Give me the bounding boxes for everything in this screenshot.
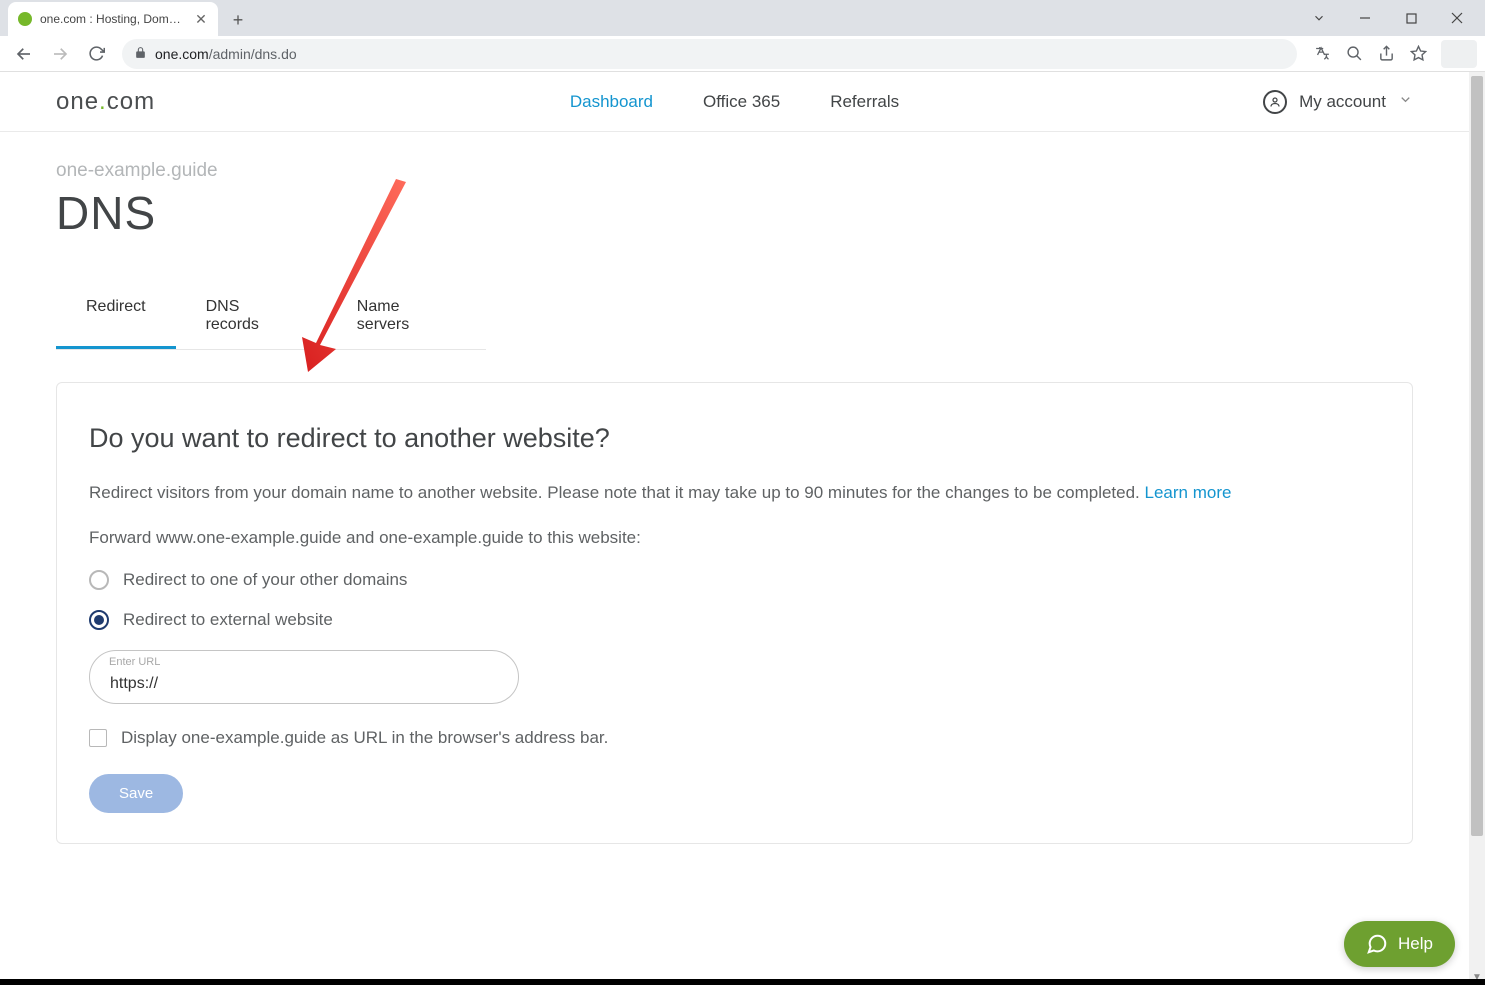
checkbox-icon[interactable] xyxy=(89,729,107,747)
page-viewport: one.com Dashboard Office 365 Referrals M… xyxy=(0,72,1485,985)
radio-label: Redirect to external website xyxy=(123,610,333,630)
dns-tabs: Redirect DNS records Name servers xyxy=(56,286,486,350)
minimize-button[interactable] xyxy=(1345,4,1385,32)
nav-dashboard[interactable]: Dashboard xyxy=(570,92,653,112)
tab-title: one.com : Hosting, Domain, Ema xyxy=(40,12,186,26)
account-menu[interactable]: My account xyxy=(1263,90,1413,114)
display-url-checkbox-row[interactable]: Display one-example.guide as URL in the … xyxy=(89,728,1380,748)
domain-name: one-example.guide xyxy=(56,160,1413,182)
zoom-icon[interactable] xyxy=(1339,39,1369,69)
url-label: Enter URL xyxy=(109,656,160,668)
browser-tab[interactable]: one.com : Hosting, Domain, Ema ✕ xyxy=(8,2,218,36)
close-window-button[interactable] xyxy=(1437,4,1477,32)
site-header: one.com Dashboard Office 365 Referrals M… xyxy=(0,72,1469,132)
url-field: Enter URL xyxy=(89,650,519,704)
back-button[interactable] xyxy=(8,38,40,70)
window-controls xyxy=(1299,0,1485,36)
reload-button[interactable] xyxy=(80,38,112,70)
favicon-icon xyxy=(18,12,32,26)
maximize-button[interactable] xyxy=(1391,4,1431,32)
logo[interactable]: one.com xyxy=(56,88,155,116)
vertical-scrollbar[interactable]: ▲ ▼ xyxy=(1469,72,1485,985)
account-label: My account xyxy=(1299,92,1386,112)
url-text: one.com/admin/dns.do xyxy=(155,46,1285,62)
radio-label: Redirect to one of your other domains xyxy=(123,570,407,590)
tab-dns-records[interactable]: DNS records xyxy=(176,286,327,349)
chevron-down-icon[interactable] xyxy=(1299,4,1339,32)
forward-text: Forward www.one-example.guide and one-ex… xyxy=(89,528,1380,548)
tab-bar: one.com : Hosting, Domain, Ema ✕ + xyxy=(0,0,1485,36)
tab-redirect[interactable]: Redirect xyxy=(56,286,176,349)
profile-placeholder[interactable] xyxy=(1441,40,1477,68)
close-icon[interactable]: ✕ xyxy=(194,12,208,26)
tab-name-servers[interactable]: Name servers xyxy=(327,286,486,349)
learn-more-link[interactable]: Learn more xyxy=(1145,483,1232,502)
nav-office365[interactable]: Office 365 xyxy=(703,92,780,112)
radio-icon[interactable] xyxy=(89,610,109,630)
radio-external[interactable]: Redirect to external website xyxy=(89,610,1380,630)
help-label: Help xyxy=(1398,934,1433,954)
panel-description: Redirect visitors from your domain name … xyxy=(89,480,1380,506)
radio-icon[interactable] xyxy=(89,570,109,590)
new-tab-button[interactable]: + xyxy=(224,6,252,34)
page-title: DNS xyxy=(56,186,1413,240)
share-icon[interactable] xyxy=(1371,39,1401,69)
radio-other-domains[interactable]: Redirect to one of your other domains xyxy=(89,570,1380,590)
chevron-down-icon xyxy=(1398,92,1413,112)
content-area: one-example.guide DNS Redirect DNS recor… xyxy=(0,132,1469,872)
lock-icon xyxy=(134,46,147,62)
bookmark-icon[interactable] xyxy=(1403,39,1433,69)
main-nav: Dashboard Office 365 Referrals xyxy=(570,92,899,112)
redirect-panel: Do you want to redirect to another websi… xyxy=(56,382,1413,844)
nav-referrals[interactable]: Referrals xyxy=(830,92,899,112)
browser-chrome: one.com : Hosting, Domain, Ema ✕ + one.c… xyxy=(0,0,1485,72)
save-button[interactable]: Save xyxy=(89,774,183,813)
url-input[interactable]: one.com/admin/dns.do xyxy=(122,39,1297,69)
help-button[interactable]: Help xyxy=(1344,921,1455,967)
scrollbar-thumb[interactable] xyxy=(1471,76,1483,836)
translate-icon[interactable] xyxy=(1307,39,1337,69)
address-bar: one.com/admin/dns.do xyxy=(0,36,1485,72)
forward-button[interactable] xyxy=(44,38,76,70)
user-icon xyxy=(1263,90,1287,114)
chat-icon xyxy=(1366,933,1388,955)
checkbox-label: Display one-example.guide as URL in the … xyxy=(121,728,608,748)
panel-title: Do you want to redirect to another websi… xyxy=(89,423,1380,454)
